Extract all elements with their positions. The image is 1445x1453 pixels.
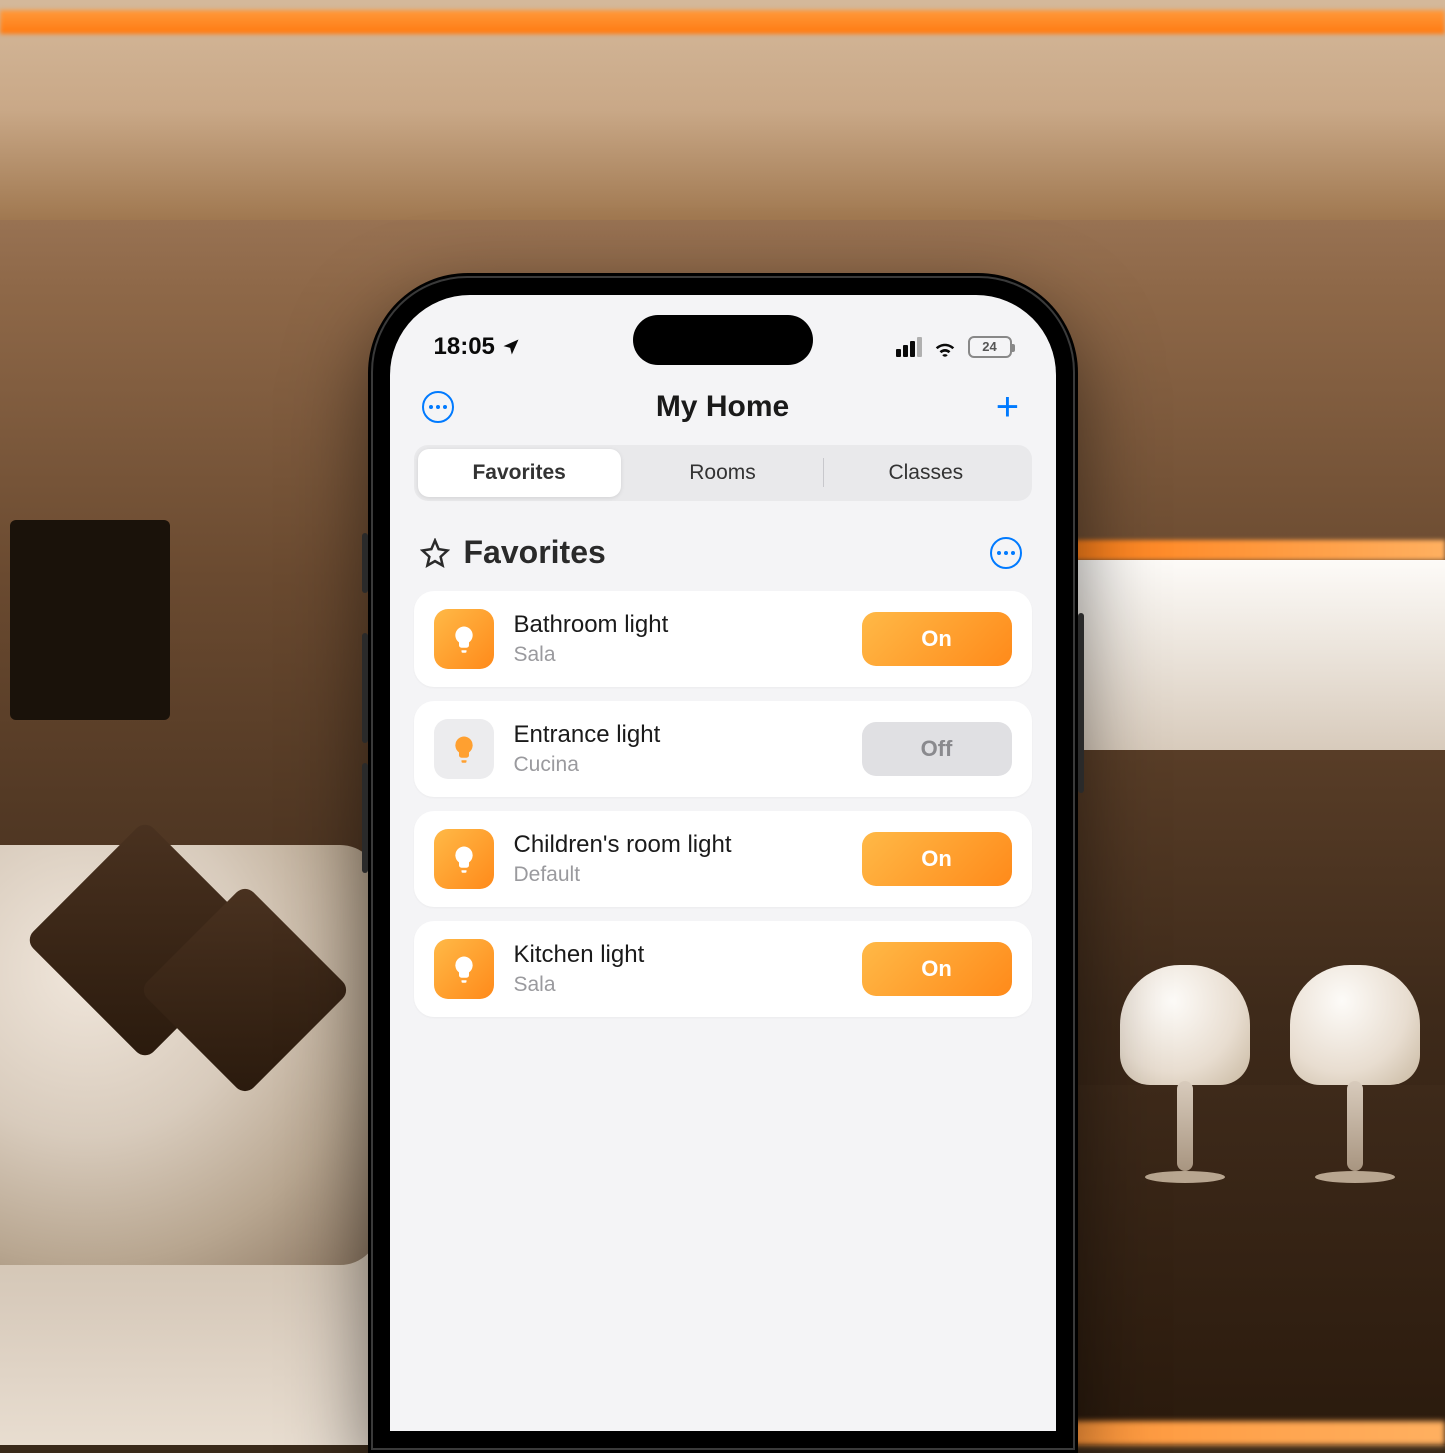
device-card[interactable]: Kitchen light Sala On [414, 921, 1032, 1017]
lightbulb-icon [449, 734, 479, 764]
device-room: Cucina [514, 753, 842, 777]
section-options-button[interactable] [986, 533, 1026, 573]
device-list: Bathroom light Sala On Entrance light Cu… [390, 591, 1056, 1017]
device-name: Bathroom light [514, 611, 842, 639]
location-icon [501, 337, 521, 357]
lightbulb-icon [449, 624, 479, 654]
page-title: My Home [656, 390, 789, 424]
device-icon-container [434, 939, 494, 999]
device-name: Kitchen light [514, 941, 842, 969]
star-icon [420, 538, 450, 568]
device-info: Bathroom light Sala [514, 611, 842, 667]
phone-screen: 18:05 24 [390, 295, 1056, 1431]
device-room: Sala [514, 973, 842, 997]
status-time: 18:05 [434, 333, 495, 361]
phone-frame: 18:05 24 [368, 273, 1078, 1453]
device-card[interactable]: Entrance light Cucina Off [414, 701, 1032, 797]
tv-screen [10, 520, 170, 720]
cellular-signal-icon [896, 337, 922, 357]
section-header: Favorites [390, 501, 1056, 591]
tab-rooms[interactable]: Rooms [621, 449, 824, 497]
orange-led-strip [0, 10, 1445, 34]
ellipsis-circle-icon [422, 391, 454, 423]
section-title-text: Favorites [464, 534, 606, 571]
plus-icon: + [996, 387, 1019, 427]
device-room: Default [514, 863, 842, 887]
device-toggle-button[interactable]: On [862, 942, 1012, 996]
add-button[interactable]: + [987, 387, 1027, 427]
battery-percent: 24 [982, 339, 996, 354]
lightbulb-icon [449, 844, 479, 874]
device-name: Children's room light [514, 831, 842, 859]
bar-stool [1120, 965, 1250, 1145]
view-segmented-control: Favorites Rooms Classes [414, 445, 1032, 501]
device-icon-container [434, 829, 494, 889]
device-name: Entrance light [514, 721, 842, 749]
device-card[interactable]: Bathroom light Sala On [414, 591, 1032, 687]
dynamic-island [633, 315, 813, 365]
device-info: Children's room light Default [514, 831, 842, 887]
device-card[interactable]: Children's room light Default On [414, 811, 1032, 907]
battery-icon: 24 [968, 336, 1012, 358]
device-icon-container [434, 719, 494, 779]
device-icon-container [434, 609, 494, 669]
tab-classes[interactable]: Classes [824, 449, 1027, 497]
orange-led-strip [1020, 540, 1445, 560]
tab-favorites[interactable]: Favorites [418, 449, 621, 497]
bar-stool [1290, 965, 1420, 1145]
device-toggle-button[interactable]: On [862, 832, 1012, 886]
device-toggle-button[interactable]: On [862, 612, 1012, 666]
device-info: Kitchen light Sala [514, 941, 842, 997]
more-options-button[interactable] [418, 387, 458, 427]
device-toggle-button[interactable]: Off [862, 722, 1012, 776]
lightbulb-icon [449, 954, 479, 984]
ellipsis-circle-icon [990, 537, 1022, 569]
device-room: Sala [514, 643, 842, 667]
wifi-icon [932, 337, 958, 357]
nav-bar: My Home + [390, 373, 1056, 445]
device-info: Entrance light Cucina [514, 721, 842, 777]
